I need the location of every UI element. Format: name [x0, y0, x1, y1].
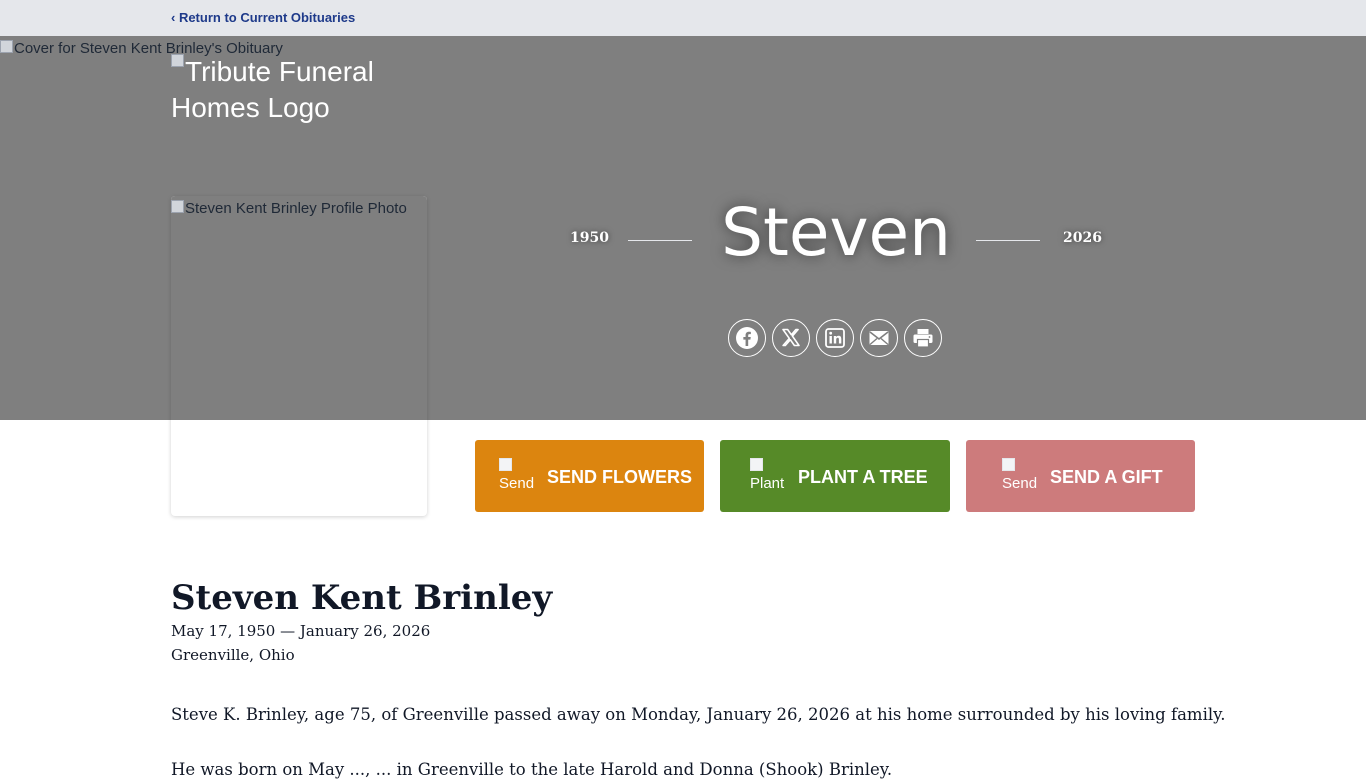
obituary-paragraph: Steve K. Brinley, age 75, of Greenville …	[171, 705, 1226, 724]
flowers-image: Send	[499, 458, 534, 492]
return-to-obituaries-link[interactable]: ‹ Return to Current Obituaries	[171, 10, 355, 25]
profile-photo: Steven Kent Brinley Profile Photo	[171, 196, 427, 420]
top-nav-bar: ‹ Return to Current Obituaries	[0, 0, 1366, 36]
death-year: 2026	[1063, 230, 1102, 246]
location: Greenville, Ohio	[171, 646, 295, 664]
plant-a-tree-label: PLANT A TREE	[798, 467, 928, 487]
email-icon	[869, 331, 889, 346]
profile-photo-alt: Steven Kent Brinley Profile Photo	[171, 200, 407, 217]
x-twitter-icon	[782, 328, 800, 347]
send-a-gift-button[interactable]: Send SEND A GIFT	[966, 440, 1195, 512]
birth-year: 1950	[570, 230, 609, 246]
gift-image: Send	[1002, 458, 1037, 492]
logo-alt-text: Tribute Funeral Homes Logo	[171, 56, 374, 123]
life-dates: May 17, 1950 — January 26, 2026	[171, 622, 431, 640]
divider-line	[976, 240, 1040, 241]
plant-a-tree-button[interactable]: Plant PLANT A TREE	[720, 440, 950, 512]
share-facebook-button[interactable]	[728, 319, 766, 357]
tree-image-alt: Plant	[750, 475, 785, 492]
send-a-gift-label: SEND A GIFT	[1050, 467, 1163, 487]
print-icon	[913, 329, 933, 348]
broken-image-icon	[750, 458, 763, 471]
broken-image-icon	[171, 54, 184, 67]
gift-image-alt: Send	[1002, 475, 1038, 492]
send-flowers-label: SEND FLOWERS	[547, 467, 693, 487]
send-flowers-button[interactable]: Send SEND FLOWERS	[475, 440, 704, 512]
broken-image-icon	[171, 200, 184, 213]
obituary-paragraph: He was born on May ..., ... in Greenvill…	[171, 760, 893, 779]
flowers-image-alt: Send	[499, 475, 535, 492]
funeral-home-logo[interactable]: Tribute Funeral Homes Logo	[171, 54, 411, 126]
first-name-heading: Steven	[721, 194, 951, 271]
linkedin-icon	[825, 328, 845, 348]
share-buttons	[728, 319, 942, 357]
broken-image-icon	[0, 40, 13, 53]
broken-image-icon	[499, 458, 512, 471]
share-linkedin-button[interactable]	[816, 319, 854, 357]
broken-image-icon	[1002, 458, 1015, 471]
divider-line	[628, 240, 692, 241]
obituary-name-heading: Steven Kent Brinley	[171, 578, 553, 618]
share-x-button[interactable]	[772, 319, 810, 357]
share-email-button[interactable]	[860, 319, 898, 357]
profile-photo-alt-text: Steven Kent Brinley Profile Photo	[185, 200, 407, 217]
print-button[interactable]	[904, 319, 942, 357]
profile-photo-card: Steven Kent Brinley Profile Photo	[171, 196, 427, 516]
tree-image: Plant	[750, 458, 784, 492]
facebook-icon	[736, 327, 758, 349]
